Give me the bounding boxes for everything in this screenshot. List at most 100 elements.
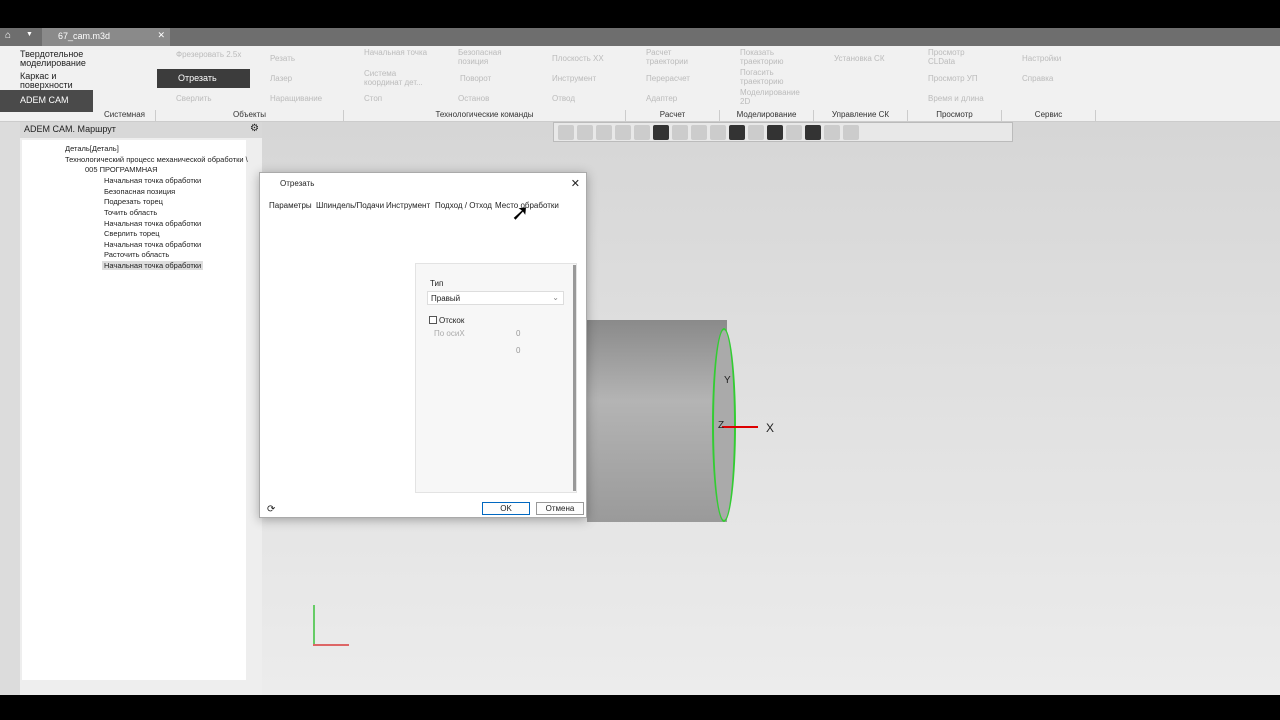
route-tree: Деталь[Деталь] Технологический процесс м…	[22, 140, 248, 680]
chevron-down-icon: ⌄	[552, 293, 559, 302]
halt-button[interactable]: Останов	[458, 94, 489, 103]
display-icon[interactable]	[767, 125, 783, 140]
close-icon[interactable]: ✕	[157, 30, 165, 41]
tab-title: 67_cam.m3d	[58, 31, 111, 41]
type-select[interactable]: Правый ⌄	[427, 291, 564, 305]
left-sidebar	[0, 122, 20, 695]
grid-icon[interactable]	[577, 125, 593, 140]
rebound-checkbox[interactable]	[429, 316, 437, 324]
tree-item-selected[interactable]: Начальная точка обработки	[102, 261, 204, 270]
rotate-button[interactable]: Поворот	[460, 74, 491, 83]
z-axis-label: Z	[718, 420, 725, 431]
cs-button[interactable]: Система координат дет...	[364, 69, 436, 87]
cut-button[interactable]: Резать	[270, 54, 295, 63]
cylinder-part	[587, 320, 727, 522]
group-service: Сервис	[1002, 110, 1096, 121]
adapter-button[interactable]: Адаптер	[646, 94, 677, 103]
sketch-icon[interactable]	[558, 125, 574, 140]
laser-button[interactable]: Лазер	[270, 74, 292, 83]
build-up-button[interactable]: Наращивание	[270, 94, 322, 103]
x-axis-label: X	[766, 421, 775, 435]
stop-button[interactable]: Стоп	[364, 94, 382, 103]
mode-wireframe[interactable]: Каркас и поверхности	[0, 70, 93, 92]
mouse-cursor-icon: ➚	[511, 200, 530, 225]
zoom-icon[interactable]	[596, 125, 612, 140]
tree-item[interactable]: Точить область	[104, 208, 157, 217]
tree-item[interactable]: Деталь[Деталь]	[65, 144, 119, 153]
select-icon[interactable]	[786, 125, 802, 140]
gear-icon[interactable]: ⚙	[250, 123, 259, 134]
layers-icon[interactable]	[748, 125, 764, 140]
tree-item[interactable]: Начальная точка обработки	[104, 176, 201, 185]
help-button[interactable]: Справка	[1022, 74, 1053, 83]
calc-button[interactable]: Расчет траектории	[646, 48, 696, 66]
view-toolbar	[553, 122, 1013, 142]
retract-button[interactable]: Отвод	[552, 94, 575, 103]
drill-button[interactable]: Сверлить	[176, 94, 212, 103]
axis-x-value[interactable]: 0	[516, 329, 520, 338]
tree-item[interactable]: 005 ПРОГРАММНАЯ	[85, 165, 158, 174]
y-axis-label: Y	[724, 375, 731, 386]
tree-item[interactable]: Расточить область	[104, 250, 169, 259]
chevron-down-icon[interactable]: ▼	[26, 31, 33, 38]
nc-view-button[interactable]: Просмотр УП	[928, 74, 978, 83]
tree-item[interactable]: Безопасная позиция	[104, 187, 175, 196]
start-point-button[interactable]: Начальная точка	[364, 48, 434, 57]
second-value[interactable]: 0	[516, 346, 520, 355]
panel-title-text: ADEM CAM. Маршрут	[24, 124, 116, 134]
pipette-icon[interactable]	[843, 125, 859, 140]
document-tab[interactable]: 67_cam.m3d ✕	[42, 28, 170, 46]
type-label: Тип	[430, 279, 444, 288]
safe-position-button[interactable]: Безопасная позиция	[458, 48, 518, 66]
mill-button[interactable]: Фрезеровать 2.5х	[176, 50, 241, 59]
tab-tool[interactable]: Инструмент	[386, 201, 430, 210]
settings-button[interactable]: Настройки	[1022, 54, 1061, 63]
time-length-button[interactable]: Время и длина	[928, 94, 984, 103]
recalc-button[interactable]: Перерасчет	[646, 74, 690, 83]
cancel-button[interactable]: Отмена	[536, 502, 584, 515]
section-icon[interactable]	[710, 125, 726, 140]
group-view: Просмотр	[908, 110, 1002, 121]
set-cs-button[interactable]: Установка СК	[834, 54, 884, 63]
tab-approach[interactable]: Подход / Отход	[435, 201, 492, 210]
home-icon[interactable]: ⌂	[5, 30, 11, 41]
dialog-title: Отрезать	[280, 179, 315, 188]
panel-title: ADEM CAM. Маршрут ⚙	[20, 122, 262, 138]
hide-icon[interactable]	[691, 125, 707, 140]
snap-icon[interactable]	[729, 125, 745, 140]
tool-button[interactable]: Инструмент	[552, 74, 596, 83]
tree-item[interactable]: Начальная точка обработки	[104, 240, 201, 249]
group-model: Моделирование	[720, 110, 814, 121]
tree-item[interactable]: Подрезать торец	[104, 197, 163, 206]
hide-path-button[interactable]: Погасить траекторию	[740, 68, 802, 86]
triad-y	[313, 605, 315, 645]
orient-icon[interactable]	[615, 125, 631, 140]
measure-icon[interactable]	[824, 125, 840, 140]
close-icon[interactable]: ✕	[571, 177, 580, 190]
filter-icon[interactable]	[805, 125, 821, 140]
x-axis-line	[722, 426, 758, 428]
mode-solid[interactable]: Твердотельное моделирование	[0, 48, 93, 70]
cutoff-button[interactable]: Отрезать	[157, 69, 250, 88]
group-system: Системная	[94, 110, 156, 121]
mode-adem-cam[interactable]: ADEM CAM	[0, 90, 93, 112]
rebound-label: Отскок	[439, 316, 465, 325]
tab-parameters[interactable]: Параметры	[269, 201, 312, 210]
cldata-button[interactable]: Просмотр CLData	[928, 48, 978, 66]
scrollbar[interactable]	[573, 265, 576, 491]
show-path-button[interactable]: Показать траекторию	[740, 48, 802, 66]
tree-item[interactable]: Технологический процесс механической обр…	[65, 155, 248, 164]
tab-bar: ⌂ ▼	[0, 28, 1280, 46]
ok-button[interactable]: OK	[482, 502, 530, 515]
wireframe-icon[interactable]	[672, 125, 688, 140]
sim2d-button[interactable]: Моделирование 2D	[740, 88, 812, 106]
shaded-icon[interactable]	[653, 125, 669, 140]
type-value: Правый	[431, 294, 461, 303]
axes-icon[interactable]	[634, 125, 650, 140]
tree-item[interactable]: Начальная точка обработки	[104, 219, 201, 228]
plane-button[interactable]: Плоскость XX	[552, 54, 604, 63]
tree-item[interactable]: Сверлить торец	[104, 229, 160, 238]
axis-x-label: По осиX	[434, 329, 465, 338]
refresh-icon[interactable]: ⟳	[267, 504, 275, 515]
tab-spindle[interactable]: Шпиндель/Подачи	[316, 201, 384, 210]
